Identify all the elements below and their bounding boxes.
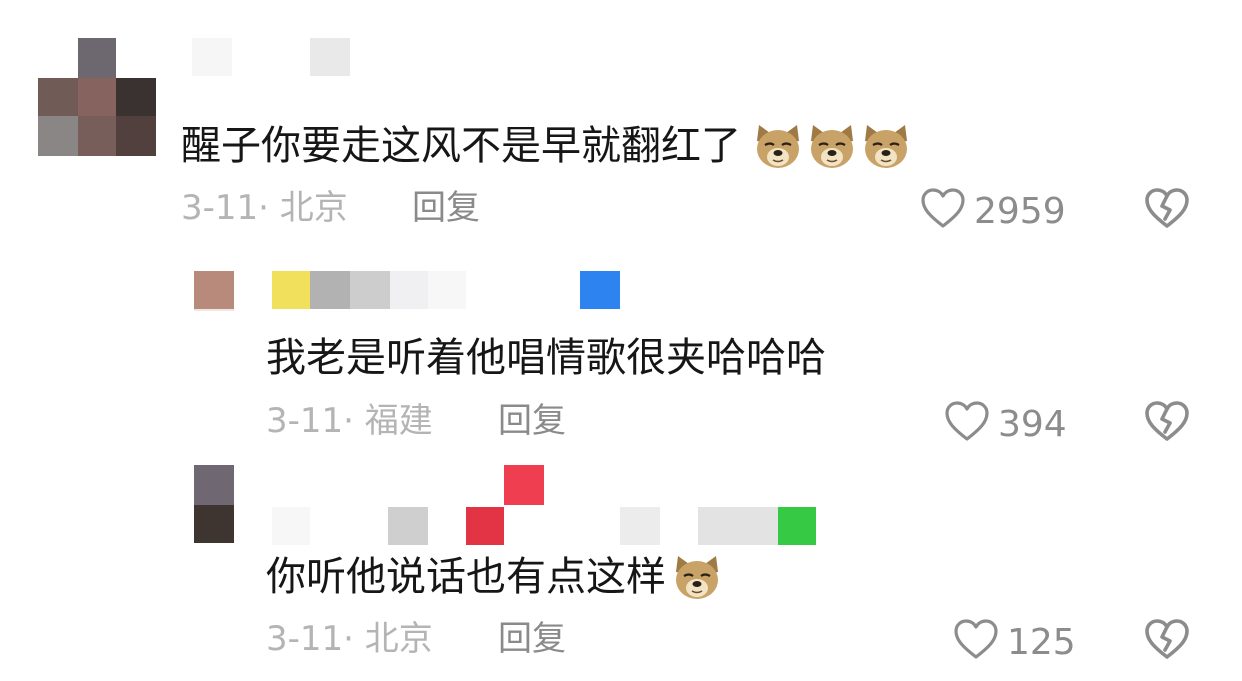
like-button[interactable]: 2959 [920, 187, 1066, 236]
like-button[interactable]: 125 [953, 618, 1076, 667]
comment-date: 3-11 [266, 401, 344, 441]
like-count: 394 [998, 403, 1067, 445]
comment-meta: 3-11· 福建 [266, 401, 433, 441]
like-count: 125 [1007, 621, 1076, 663]
heart-outline-icon [920, 187, 974, 236]
comment-location: 北京 [279, 188, 348, 228]
reply-button[interactable]: 回复 [498, 404, 566, 438]
comment-date: 3-11 [266, 619, 344, 659]
broken-heart-icon [1143, 188, 1191, 234]
replier-avatar[interactable] [194, 465, 234, 543]
reply-button[interactable]: 回复 [498, 622, 566, 656]
like-button[interactable]: 394 [944, 400, 1067, 449]
comment-text-content: 你听他说话也有点这样 [266, 554, 666, 600]
reply-button[interactable]: 回复 [412, 191, 480, 225]
dislike-button[interactable] [1143, 617, 1191, 665]
heart-outline-icon [953, 618, 1007, 667]
commenter-avatar[interactable] [38, 38, 156, 156]
broken-heart-icon [1143, 619, 1191, 665]
dog-face-emoji-icon [757, 125, 799, 168]
comment-text: 醒子你要走这风不是早就翻红了 [181, 121, 911, 171]
comment-location: 北京 [364, 619, 433, 659]
comment-text: 你听他说话也有点这样 [266, 552, 722, 602]
comment-2: 我老是听着他唱情歌很夹哈哈哈 3-11· 福建 回复 394 [0, 240, 1242, 460]
comment-location: 福建 [364, 401, 433, 441]
broken-heart-icon [1143, 401, 1191, 447]
dog-face-emoji-icon [676, 556, 718, 599]
comment-text: 我老是听着他唱情歌很夹哈哈哈 [266, 338, 834, 378]
commenter-username[interactable] [192, 38, 352, 78]
comment-1: 醒子你要走这风不是早就翻红了 3-11· 北京 回复 2959 [0, 0, 1242, 240]
comment-text-content: 我老是听着他唱情歌很夹哈哈哈 [266, 335, 826, 381]
heart-outline-icon [944, 400, 998, 449]
dislike-button[interactable] [1143, 186, 1191, 234]
comment-date: 3-11 [181, 188, 259, 228]
replier-avatar[interactable] [194, 271, 234, 311]
comment-meta: 3-11· 北京 [266, 619, 433, 659]
comment-meta: 3-11· 北京 [181, 188, 348, 228]
dog-face-emoji-icon [865, 125, 907, 168]
dog-face-emoji-icon [811, 125, 853, 168]
dislike-button[interactable] [1143, 399, 1191, 447]
like-count: 2959 [974, 190, 1066, 232]
replier-username[interactable] [272, 271, 622, 311]
comment-3: 你听他说话也有点这样 3-11· 北京 回复 125 [0, 460, 1242, 681]
replier-username[interactable] [272, 465, 817, 545]
comment-text-content: 醒子你要走这风不是早就翻红了 [181, 123, 741, 169]
